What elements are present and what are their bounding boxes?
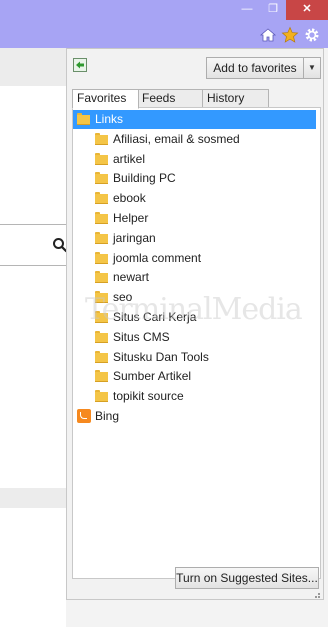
home-icon[interactable] — [259, 26, 277, 44]
favorites-item[interactable]: Situsku Dan Tools — [73, 348, 316, 367]
favorites-item-label: Links — [95, 112, 124, 126]
star-icon[interactable] — [281, 26, 299, 44]
favorites-tree: Links Afiliasi, email & sosmed artikel Buil… — [72, 107, 321, 579]
minimize-button[interactable]: — — [234, 0, 260, 20]
favorites-item-label: Building PC — [113, 171, 176, 186]
folder-icon — [95, 251, 108, 264]
favorites-item-label: jaringan — [113, 230, 156, 245]
folder-icon — [95, 132, 108, 145]
title-bar: — ❐ ✕ — [0, 0, 328, 48]
bing-icon — [77, 409, 91, 423]
favorites-item-label: Situs CMS — [113, 329, 170, 344]
folder-icon — [95, 172, 108, 185]
favorites-item[interactable]: Links — [73, 110, 316, 129]
page-band — [0, 48, 66, 86]
folder-icon — [95, 390, 108, 403]
folder-icon — [95, 271, 108, 284]
folder-icon — [95, 192, 108, 205]
folder-icon — [95, 330, 108, 343]
favorites-item-label: topikit source — [113, 389, 184, 404]
favorites-item[interactable]: Situs CMS — [73, 328, 316, 347]
favorites-item-label: Sumber Artikel — [113, 369, 192, 384]
add-to-favorites-dropdown[interactable]: ▼ — [304, 57, 321, 79]
favorites-item-label: artikel — [113, 151, 146, 166]
favorites-item[interactable]: Helper — [73, 209, 316, 228]
folder-icon — [95, 231, 108, 244]
favorites-item[interactable]: jaringan — [73, 229, 316, 248]
favorites-item-label: joomla comment — [113, 250, 202, 265]
favorites-item[interactable]: topikit source — [73, 387, 316, 406]
favorites-item-label: ebook — [113, 191, 146, 206]
resize-grip-icon[interactable] — [311, 589, 321, 599]
favorites-item[interactable]: Building PC — [73, 169, 316, 188]
close-button[interactable]: ✕ — [286, 0, 328, 20]
page-band-lower — [0, 488, 66, 508]
favorites-item-label: Bing — [95, 409, 120, 423]
background-page — [0, 48, 70, 627]
folder-icon — [77, 113, 90, 125]
tab-history[interactable]: History — [202, 89, 269, 108]
favorites-item[interactable]: ebook — [73, 189, 316, 208]
favorites-item-label: Afiliasi, email & sosmed — [113, 131, 240, 146]
favorites-item[interactable]: Afiliasi, email & sosmed — [73, 130, 316, 149]
chevron-down-icon: ▼ — [308, 63, 316, 72]
folder-icon — [95, 370, 108, 383]
restore-button[interactable]: ❐ — [260, 0, 286, 20]
favorites-item-label: Helper — [113, 211, 149, 225]
watermark: TerminalMedia — [85, 292, 303, 327]
favorites-item-label: newart — [113, 270, 150, 285]
tab-feeds[interactable]: Feeds — [137, 89, 203, 108]
turn-on-suggested-sites-button[interactable]: Turn on Suggested Sites... — [175, 567, 319, 589]
pin-favorites-button[interactable] — [73, 58, 87, 72]
favorites-item[interactable]: Bing — [73, 407, 316, 426]
favorites-item[interactable]: joomla comment — [73, 249, 316, 268]
page-search-box — [0, 224, 70, 266]
folder-icon — [95, 350, 108, 363]
arrow-left-icon — [76, 61, 84, 69]
folder-icon — [95, 152, 108, 165]
favorites-item[interactable]: artikel — [73, 150, 316, 169]
tab-favorites[interactable]: Favorites — [72, 89, 139, 109]
folder-icon — [95, 212, 108, 224]
favorites-item[interactable]: Sumber Artikel — [73, 367, 316, 386]
add-to-favorites-button[interactable]: Add to favorites — [206, 57, 304, 79]
favorites-item-label: Situsku Dan Tools — [113, 349, 209, 364]
gear-icon[interactable] — [303, 26, 321, 44]
favorites-item[interactable]: newart — [73, 268, 316, 287]
